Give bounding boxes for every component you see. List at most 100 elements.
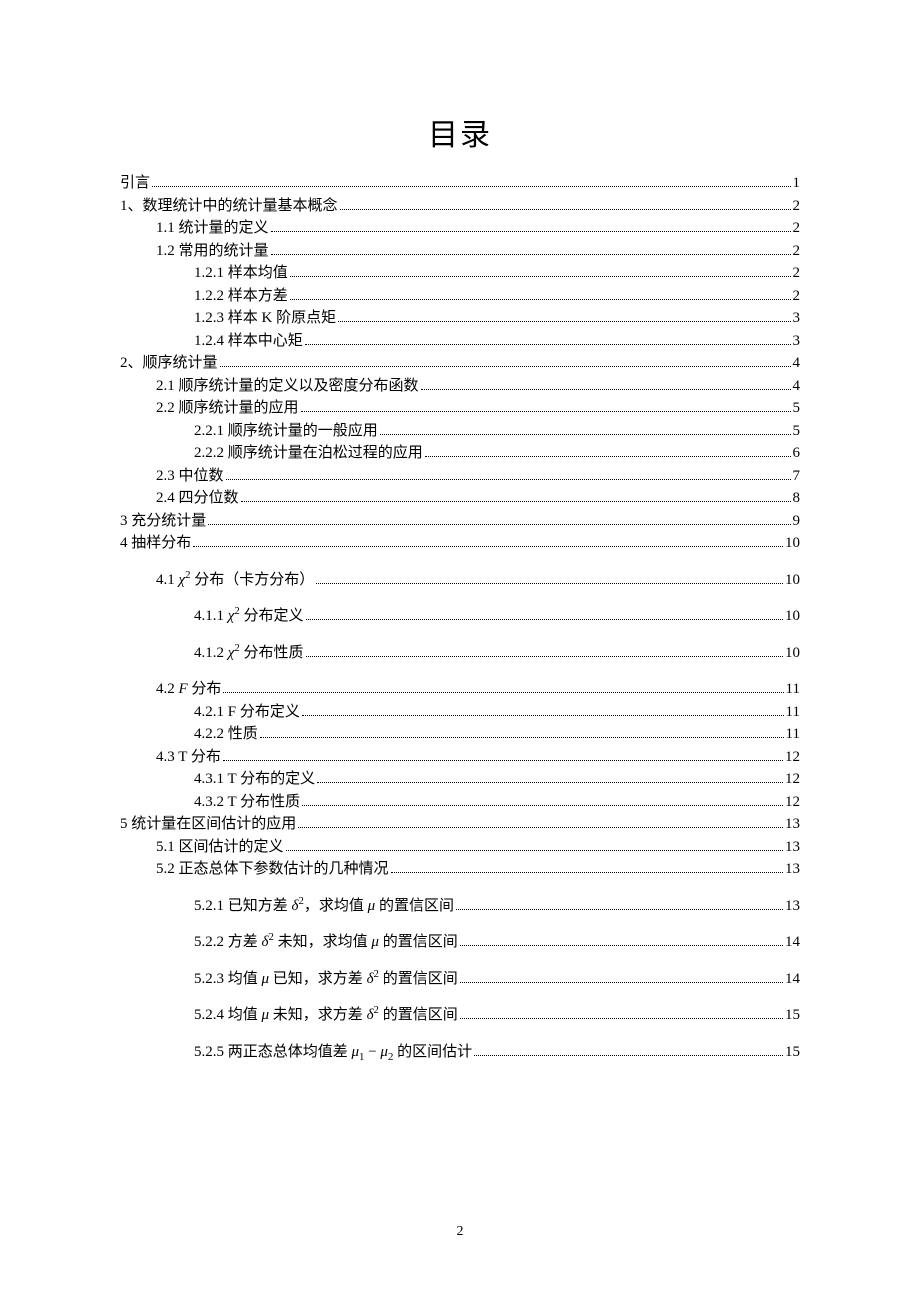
toc-entry-label: 4.2.1 F 分布定义 bbox=[194, 701, 300, 724]
toc-entry-page: 14 bbox=[785, 931, 800, 954]
toc-entry-label: 1.2.2 样本方差 bbox=[194, 285, 288, 308]
toc-entry-label: 4.3.1 T 分布的定义 bbox=[194, 768, 315, 791]
toc-entry-label: 5.2 正态总体下参数估计的几种情况 bbox=[156, 858, 389, 881]
toc-entry: 2.2 顺序统计量的应用5 bbox=[120, 397, 800, 420]
toc-entry-label: 2、顺序统计量 bbox=[120, 352, 218, 375]
toc-entry: 1.2.1 样本均值2 bbox=[120, 262, 800, 285]
toc-entry-page: 3 bbox=[793, 307, 801, 330]
toc-entry-label: 1.2 常用的统计量 bbox=[156, 240, 269, 263]
toc-leader-dots bbox=[302, 805, 783, 806]
toc-entry-page: 15 bbox=[785, 1004, 800, 1027]
toc-entry: 4 抽样分布10 bbox=[120, 532, 800, 555]
toc-leader-dots bbox=[460, 982, 783, 983]
document-page: 目录 引言11、数理统计中的统计量基本概念21.1 统计量的定义21.2 常用的… bbox=[0, 0, 920, 1302]
toc-entry: 2、顺序统计量 4 bbox=[120, 352, 800, 375]
toc-entry-page: 4 bbox=[793, 352, 801, 375]
toc-entry: 4.1.2 χ2 分布性质 10 bbox=[120, 642, 800, 665]
toc-entry-label: 引言 bbox=[120, 172, 150, 195]
toc-leader-dots bbox=[340, 209, 791, 210]
toc-leader-dots bbox=[391, 872, 783, 873]
toc-entry-page: 13 bbox=[785, 895, 800, 918]
toc-entry-label: 1.2.3 样本 K 阶原点矩 bbox=[194, 307, 336, 330]
toc-entry-label: 5 统计量在区间估计的应用 bbox=[120, 813, 296, 836]
toc-entry: 2.4 四分位数 8 bbox=[120, 487, 800, 510]
toc-leader-dots bbox=[290, 276, 791, 277]
toc-leader-dots bbox=[460, 945, 783, 946]
toc-leader-dots bbox=[306, 656, 783, 657]
toc-entry-page: 10 bbox=[785, 605, 800, 628]
toc-entry-label: 4.1.1 χ2 分布定义 bbox=[194, 605, 304, 628]
toc-leader-dots bbox=[271, 254, 791, 255]
toc-entry-label: 5.2.5 两正态总体均值差 μ1 − μ2 的区间估计 bbox=[194, 1041, 472, 1064]
toc-entry: 2.2.1 顺序统计量的一般应用5 bbox=[120, 420, 800, 443]
toc-entry-label: 5.1 区间估计的定义 bbox=[156, 836, 284, 859]
toc-entry-page: 4 bbox=[793, 375, 801, 398]
toc-entry: 1.2.2 样本方差2 bbox=[120, 285, 800, 308]
toc-leader-dots bbox=[223, 760, 783, 761]
toc-leader-dots bbox=[290, 299, 791, 300]
toc-entry: 4.3.2 T 分布性质 12 bbox=[120, 791, 800, 814]
toc-entry-page: 13 bbox=[785, 813, 800, 836]
toc-entry-label: 4.2 F 分布 bbox=[156, 678, 221, 701]
toc-entry-label: 1.1 统计量的定义 bbox=[156, 217, 269, 240]
toc-leader-dots bbox=[298, 827, 783, 828]
toc-leader-dots bbox=[317, 782, 783, 783]
toc-entry: 1.1 统计量的定义2 bbox=[120, 217, 800, 240]
toc-entry-label: 3 充分统计量 bbox=[120, 510, 206, 533]
toc-entry-page: 13 bbox=[785, 836, 800, 859]
toc-leader-dots bbox=[226, 479, 791, 480]
toc-entry-page: 5 bbox=[793, 397, 801, 420]
toc-entry: 4.2.2 性质 11 bbox=[120, 723, 800, 746]
toc-entry-label: 2.2.2 顺序统计量在泊松过程的应用 bbox=[194, 442, 423, 465]
toc-entry: 4.1 χ2 分布（卡方分布） 10 bbox=[120, 569, 800, 592]
toc-entry-page: 11 bbox=[786, 678, 800, 701]
toc-entry: 3 充分统计量9 bbox=[120, 510, 800, 533]
toc-entry-label: 2.1 顺序统计量的定义以及密度分布函数 bbox=[156, 375, 419, 398]
toc-entry-page: 10 bbox=[785, 569, 800, 592]
toc-leader-dots bbox=[305, 344, 791, 345]
toc-leader-dots bbox=[208, 524, 790, 525]
toc-leader-dots bbox=[338, 321, 790, 322]
toc-entry-label: 4 抽样分布 bbox=[120, 532, 191, 555]
toc-entry-page: 2 bbox=[793, 262, 801, 285]
toc-entry: 5.2.1 已知方差 δ2，求均值 μ 的置信区间 13 bbox=[120, 895, 800, 918]
toc-entry-label: 2.4 四分位数 bbox=[156, 487, 239, 510]
toc-entry-page: 7 bbox=[793, 465, 801, 488]
toc-leader-dots bbox=[260, 737, 784, 738]
toc-entry-label: 5.2.2 方差 δ2 未知，求均值 μ 的置信区间 bbox=[194, 931, 458, 954]
toc-leader-dots bbox=[316, 583, 783, 584]
toc-leader-dots bbox=[456, 909, 783, 910]
toc-entry-label: 4.1 χ2 分布（卡方分布） bbox=[156, 569, 314, 592]
toc-entry-page: 11 bbox=[786, 723, 800, 746]
toc-leader-dots bbox=[220, 366, 791, 367]
toc-entry-page: 13 bbox=[785, 858, 800, 881]
toc-entry-page: 12 bbox=[785, 746, 800, 769]
toc-entry-page: 1 bbox=[793, 172, 801, 195]
toc-entry: 5.2.3 均值 μ 已知，求方差 δ2 的置信区间 14 bbox=[120, 968, 800, 991]
toc-entry: 4.2.1 F 分布定义 11 bbox=[120, 701, 800, 724]
toc-entry-page: 2 bbox=[793, 195, 801, 218]
toc-entry-page: 8 bbox=[793, 487, 801, 510]
page-title: 目录 bbox=[120, 110, 800, 154]
toc-leader-dots bbox=[193, 546, 783, 547]
toc-entry-label: 2.3 中位数 bbox=[156, 465, 224, 488]
toc-entry-page: 12 bbox=[785, 768, 800, 791]
toc-entry: 2.1 顺序统计量的定义以及密度分布函数 4 bbox=[120, 375, 800, 398]
toc-entry: 1.2.3 样本 K 阶原点矩 3 bbox=[120, 307, 800, 330]
toc-entry-label: 5.2.3 均值 μ 已知，求方差 δ2 的置信区间 bbox=[194, 968, 458, 991]
toc-leader-dots bbox=[223, 692, 783, 693]
toc-leader-dots bbox=[460, 1018, 783, 1019]
toc-leader-dots bbox=[152, 186, 790, 187]
toc-entry-label: 4.2.2 性质 bbox=[194, 723, 258, 746]
toc-entry-label: 5.2.4 均值 μ 未知，求方差 δ2 的置信区间 bbox=[194, 1004, 458, 1027]
toc-entry: 1、数理统计中的统计量基本概念2 bbox=[120, 195, 800, 218]
toc-leader-dots bbox=[474, 1055, 783, 1056]
toc-entry: 2.3 中位数 7 bbox=[120, 465, 800, 488]
toc-entry: 2.2.2 顺序统计量在泊松过程的应用6 bbox=[120, 442, 800, 465]
toc-entry-page: 12 bbox=[785, 791, 800, 814]
toc-entry: 4.2 F 分布 11 bbox=[120, 678, 800, 701]
toc-leader-dots bbox=[302, 715, 784, 716]
toc-entry-label: 5.2.1 已知方差 δ2，求均值 μ 的置信区间 bbox=[194, 895, 454, 918]
toc-leader-dots bbox=[286, 850, 783, 851]
toc-entry: 5 统计量在区间估计的应用 13 bbox=[120, 813, 800, 836]
